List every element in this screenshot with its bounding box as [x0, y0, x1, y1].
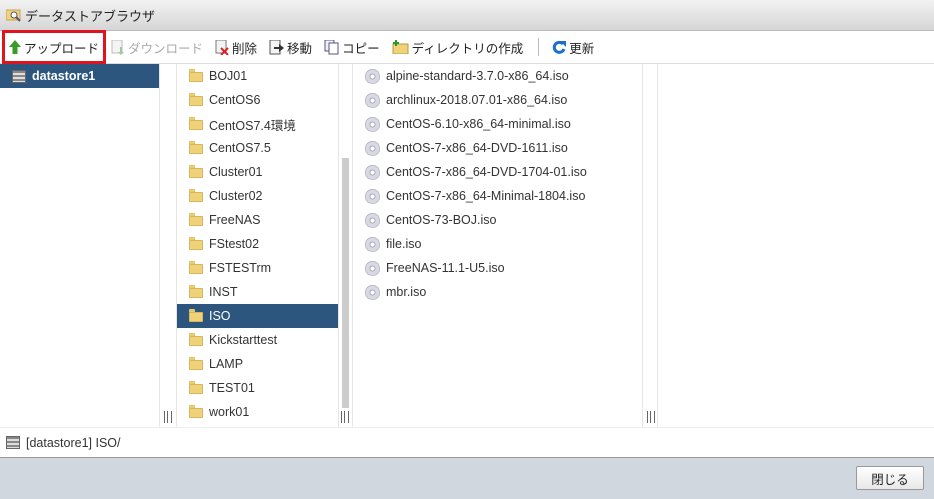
disc-image-icon: [365, 116, 380, 132]
folder-list: BOJ01 CentOS6 CentOS7.4環境 CentOS7.5 Cluster0…: [177, 64, 339, 427]
upload-button[interactable]: アップロード: [1, 30, 107, 64]
folder-icon: [189, 189, 203, 202]
disc-image-icon: [365, 284, 380, 300]
status-bar: [datastore1] ISO/: [0, 427, 934, 457]
refresh-button[interactable]: 更新: [547, 34, 599, 60]
disc-image-icon: [365, 236, 380, 252]
file-item[interactable]: CentOS-7-x86_64-DVD-1704-01.iso: [353, 160, 642, 184]
current-path: [datastore1] ISO/: [26, 435, 121, 450]
folder-icon: [189, 165, 203, 178]
folder-icon: [189, 261, 203, 274]
refresh-icon: [553, 40, 567, 54]
folder-item[interactable]: TEST01: [177, 376, 338, 400]
folder-icon: [189, 237, 203, 250]
file-item[interactable]: CentOS-7-x86_64-Minimal-1804.iso: [353, 184, 642, 208]
disc-image-icon: [365, 92, 380, 108]
disc-image-icon: [365, 212, 380, 228]
file-item[interactable]: CentOS-73-BOJ.iso: [353, 208, 642, 232]
toolbar: アップロード ダウンロード 削除 移動 コピー ディレクトリの作成 更新: [0, 30, 934, 64]
file-item[interactable]: CentOS-7-x86_64-DVD-1611.iso: [353, 136, 642, 160]
resize-grip-icon[interactable]: [164, 411, 172, 423]
folder-item[interactable]: FStest02: [177, 232, 338, 256]
copy-button[interactable]: コピー: [319, 34, 385, 60]
folder-item[interactable]: Cluster02: [177, 184, 338, 208]
scrollbar-thumb[interactable]: [342, 158, 349, 408]
file-item[interactable]: archlinux-2018.07.01-x86_64.iso: [353, 88, 642, 112]
file-item[interactable]: FreeNAS-11.1-U5.iso: [353, 256, 642, 280]
folder-icon: [189, 309, 203, 322]
folder-icon: [189, 381, 203, 394]
details-pane: [658, 64, 934, 427]
folder-icon: [189, 405, 203, 418]
column-resizer[interactable]: [160, 64, 177, 427]
datastore-browser-icon: [5, 8, 22, 22]
file-item[interactable]: file.iso: [353, 232, 642, 256]
upload-arrow-icon: [9, 40, 21, 54]
datastore-list: datastore1: [0, 64, 160, 427]
datastore-icon: [6, 436, 20, 449]
folder-item[interactable]: INST: [177, 280, 338, 304]
folder-scrollbar[interactable]: [339, 64, 353, 427]
disc-image-icon: [365, 68, 380, 84]
download-button[interactable]: ダウンロード: [106, 34, 208, 60]
disc-image-icon: [365, 260, 380, 276]
folder-item[interactable]: CentOS6: [177, 88, 338, 112]
toolbar-separator: [538, 38, 540, 56]
folder-item[interactable]: FSTESTrm: [177, 256, 338, 280]
file-item[interactable]: CentOS-6.10-x86_64-minimal.iso: [353, 112, 642, 136]
file-item[interactable]: alpine-standard-3.7.0-x86_64.iso: [353, 64, 642, 88]
datastore-item[interactable]: datastore1: [0, 64, 159, 88]
folder-icon: [189, 333, 203, 346]
delete-icon: [215, 39, 229, 55]
disc-image-icon: [365, 164, 380, 180]
folder-item[interactable]: work01: [177, 400, 338, 424]
disc-image-icon: [365, 140, 380, 156]
folder-icon: [189, 357, 203, 370]
create-directory-button[interactable]: ディレクトリの作成: [387, 34, 529, 60]
resize-grip-icon[interactable]: [647, 411, 655, 423]
file-item[interactable]: mbr.iso: [353, 280, 642, 304]
move-button[interactable]: 移動: [264, 34, 317, 60]
datastore-icon: [12, 69, 26, 83]
folder-item[interactable]: ISO: [177, 304, 338, 328]
copy-icon: [324, 39, 339, 54]
window-title: データストアブラウザ: [25, 8, 156, 24]
move-icon: [269, 39, 285, 54]
resize-grip-icon[interactable]: [341, 411, 349, 423]
folder-item[interactable]: FreeNAS: [177, 208, 338, 232]
folder-icon: [189, 93, 203, 106]
column-resizer[interactable]: [643, 64, 658, 427]
folder-item[interactable]: BOJ01: [177, 64, 338, 88]
new-folder-icon: [392, 40, 409, 54]
folder-item[interactable]: CentOS7.4環境: [177, 112, 338, 136]
folder-item[interactable]: Cluster01: [177, 160, 338, 184]
folder-item[interactable]: LAMP: [177, 352, 338, 376]
footer: 閉じる: [0, 457, 934, 499]
folder-item[interactable]: CentOS7.5: [177, 136, 338, 160]
delete-button[interactable]: 削除: [210, 34, 262, 60]
file-list: alpine-standard-3.7.0-x86_64.iso archlinu…: [353, 64, 643, 427]
download-icon: [111, 39, 125, 55]
folder-icon: [189, 285, 203, 298]
title-bar: データストアブラウザ: [0, 0, 934, 31]
disc-image-icon: [365, 188, 380, 204]
folder-icon: [189, 213, 203, 226]
folder-icon: [189, 117, 203, 130]
folder-item[interactable]: Kickstarttest: [177, 328, 338, 352]
folder-icon: [189, 141, 203, 154]
close-button[interactable]: 閉じる: [856, 466, 924, 490]
folder-icon: [189, 69, 203, 82]
